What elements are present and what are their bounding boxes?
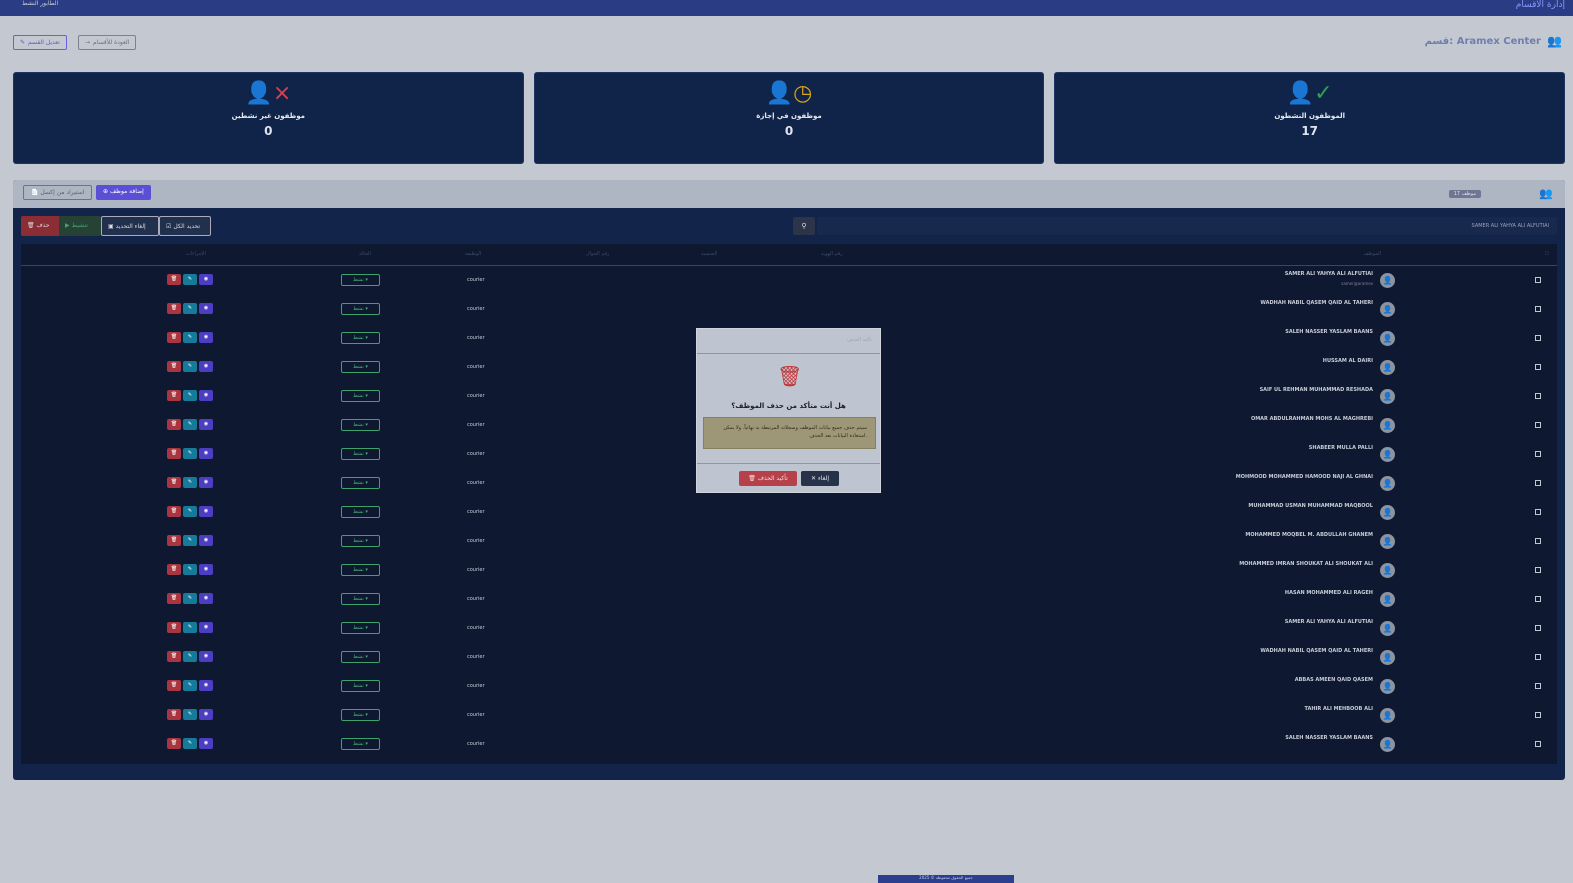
confirm-delete-button[interactable]: 🗑 تأكيد الحذف	[739, 471, 797, 486]
modal-header: تأكيد الحذف	[697, 329, 880, 354]
page-footer: جميع الحقوق محفوظة © 2025	[878, 875, 1014, 883]
modal-warning: سيتم حذف جميع بيانات الموظف وسجلاته المر…	[703, 417, 876, 449]
trash-icon: 🗑	[777, 364, 803, 388]
confirm-label: تأكيد الحذف	[757, 475, 788, 482]
cancel-label: إلغاء	[817, 475, 829, 482]
delete-confirm-modal: تأكيد الحذف 🗑 هل أنت متأكد من حذف الموظف…	[696, 328, 881, 493]
trash-icon: 🗑	[748, 475, 756, 482]
modal-footer: 🗑 تأكيد الحذف ✕ إلغاء	[697, 463, 880, 493]
close-icon: ✕	[811, 475, 817, 482]
modal-title: تأكيد الحذف	[847, 337, 872, 343]
modal-question: هل أنت متأكد من حذف الموظف؟	[731, 402, 846, 410]
cancel-button[interactable]: ✕ إلغاء	[801, 471, 839, 486]
